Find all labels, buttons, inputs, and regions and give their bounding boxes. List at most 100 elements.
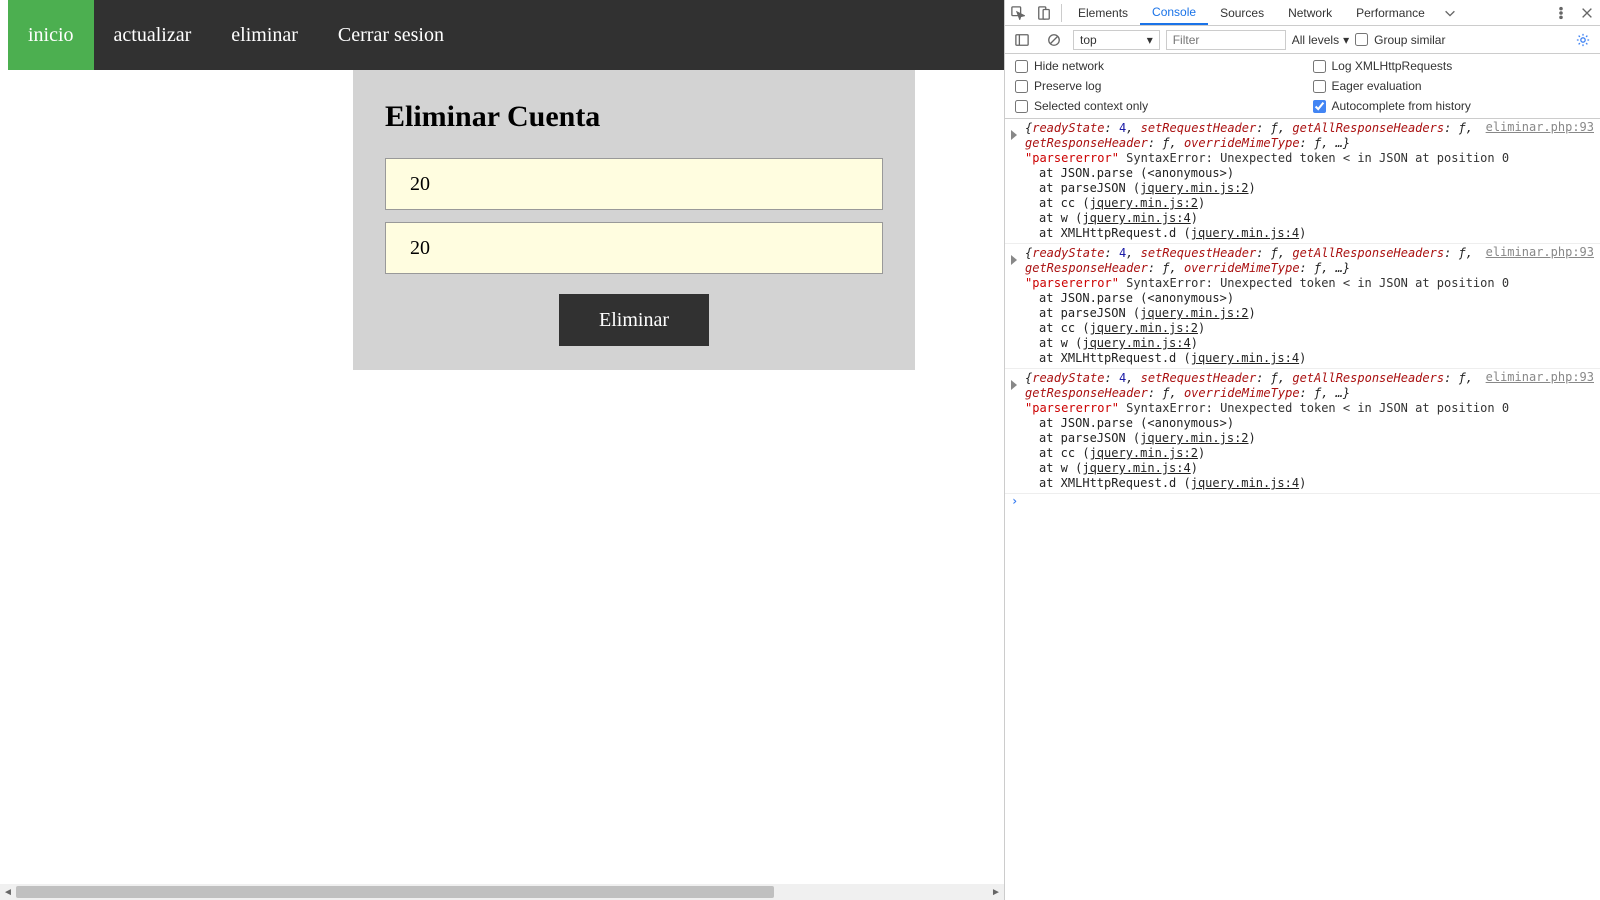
- chk-label: Selected context only: [1034, 99, 1148, 113]
- chevron-down-icon: ▾: [1343, 33, 1349, 47]
- stack-link[interactable]: jquery.min.js:2: [1090, 196, 1198, 210]
- group-similar-label: Group similar: [1374, 33, 1445, 47]
- navbar: inicioactualizareliminarCerrar sesion: [8, 0, 1004, 70]
- console-prompt[interactable]: [1005, 494, 1600, 513]
- scroll-thumb[interactable]: [16, 886, 774, 898]
- stack-frame: at JSON.parse (<anonymous>): [1025, 166, 1594, 181]
- chk-autocomplete-history[interactable]: Autocomplete from history: [1303, 96, 1600, 116]
- nav-item-eliminar[interactable]: eliminar: [211, 0, 318, 70]
- stack-frame: at parseJSON (jquery.min.js:2): [1025, 306, 1594, 321]
- stack-link[interactable]: jquery.min.js:4: [1191, 226, 1299, 240]
- error-line: "parsererror" SyntaxError: Unexpected to…: [1025, 151, 1594, 166]
- stack-frame: at w (jquery.min.js:4): [1025, 461, 1594, 476]
- checkbox[interactable]: [1015, 60, 1028, 73]
- chk-preserve-log[interactable]: Preserve log: [1005, 76, 1303, 96]
- stack-link[interactable]: jquery.min.js:4: [1191, 351, 1299, 365]
- stack-link[interactable]: jquery.min.js:2: [1140, 431, 1248, 445]
- stack-frame: at JSON.parse (<anonymous>): [1025, 291, 1594, 306]
- console-log-entry: eliminar.php:93{readyState: 4, setReques…: [1005, 119, 1600, 244]
- stack-frame: at w (jquery.min.js:4): [1025, 211, 1594, 226]
- chk-label: Eager evaluation: [1332, 79, 1422, 93]
- chk-selected-ctx[interactable]: Selected context only: [1005, 96, 1303, 116]
- inspect-icon[interactable]: [1005, 0, 1031, 26]
- devtools-tab-performance[interactable]: Performance: [1344, 0, 1437, 25]
- devtools-panel: ElementsConsoleSourcesNetworkPerformance…: [1005, 0, 1600, 900]
- devtools-tab-elements[interactable]: Elements: [1066, 0, 1140, 25]
- group-similar-checkbox[interactable]: Group similar: [1355, 33, 1445, 47]
- chk-log-xhr[interactable]: Log XMLHttpRequests: [1303, 56, 1600, 76]
- device-toggle-icon[interactable]: [1031, 0, 1057, 26]
- stack-frame: at JSON.parse (<anonymous>): [1025, 416, 1594, 431]
- chk-eager-eval[interactable]: Eager evaluation: [1303, 76, 1600, 96]
- stack-frame: at w (jquery.min.js:4): [1025, 336, 1594, 351]
- context-value: top: [1080, 33, 1097, 47]
- stack-frame: at parseJSON (jquery.min.js:2): [1025, 181, 1594, 196]
- horizontal-scrollbar[interactable]: ◄ ►: [0, 884, 1004, 900]
- divider: [1061, 4, 1062, 22]
- close-devtools-icon[interactable]: [1574, 0, 1600, 26]
- stack-link[interactable]: jquery.min.js:2: [1090, 446, 1198, 460]
- console-filter-input[interactable]: [1166, 30, 1286, 50]
- app-panel: inicioactualizareliminarCerrar sesion El…: [0, 0, 1005, 900]
- console-log-entry: eliminar.php:93{readyState: 4, setReques…: [1005, 369, 1600, 494]
- expand-icon[interactable]: [1011, 380, 1017, 390]
- log-levels-select[interactable]: All levels ▾: [1292, 33, 1349, 47]
- source-link[interactable]: eliminar.php:93: [1486, 120, 1594, 135]
- chk-label: Log XMLHttpRequests: [1332, 59, 1453, 73]
- stack-frame: at cc (jquery.min.js:2): [1025, 196, 1594, 211]
- checkbox[interactable]: [1313, 60, 1326, 73]
- kebab-menu-icon[interactable]: [1548, 0, 1574, 26]
- devtools-tab-console[interactable]: Console: [1140, 0, 1208, 25]
- card-title: Eliminar Cuenta: [385, 100, 883, 134]
- chk-label: Preserve log: [1034, 79, 1101, 93]
- nav-item-actualizar[interactable]: actualizar: [94, 0, 212, 70]
- toggle-sidebar-icon[interactable]: [1009, 27, 1035, 53]
- stack-frame: at XMLHttpRequest.d (jquery.min.js:4): [1025, 351, 1594, 366]
- stack-frame: at cc (jquery.min.js:2): [1025, 446, 1594, 461]
- levels-label: All levels: [1292, 33, 1339, 47]
- devtools-tabbar: ElementsConsoleSourcesNetworkPerformance: [1005, 0, 1600, 26]
- stack-link[interactable]: jquery.min.js:4: [1082, 211, 1190, 225]
- chevron-down-icon: ▾: [1147, 33, 1153, 47]
- source-link[interactable]: eliminar.php:93: [1486, 370, 1594, 385]
- group-similar-box[interactable]: [1355, 33, 1368, 46]
- stack-frame: at XMLHttpRequest.d (jquery.min.js:4): [1025, 226, 1594, 241]
- checkbox[interactable]: [1313, 100, 1326, 113]
- error-line: "parsererror" SyntaxError: Unexpected to…: [1025, 276, 1594, 291]
- stack-link[interactable]: jquery.min.js:2: [1140, 181, 1248, 195]
- delete-field-1[interactable]: [385, 158, 883, 210]
- chk-label: Autocomplete from history: [1332, 99, 1471, 113]
- delete-account-card: Eliminar Cuenta Eliminar: [353, 70, 915, 370]
- execution-context-select[interactable]: top ▾: [1073, 30, 1160, 50]
- nav-item-inicio[interactable]: inicio: [8, 0, 94, 70]
- scroll-left-arrow-icon[interactable]: ◄: [0, 884, 16, 900]
- devtools-tab-network[interactable]: Network: [1276, 0, 1344, 25]
- source-link[interactable]: eliminar.php:93: [1486, 245, 1594, 260]
- console-log-entry: eliminar.php:93{readyState: 4, setReques…: [1005, 244, 1600, 369]
- delete-field-2[interactable]: [385, 222, 883, 274]
- console-output[interactable]: eliminar.php:93{readyState: 4, setReques…: [1005, 119, 1600, 900]
- stack-link[interactable]: jquery.min.js:4: [1082, 461, 1190, 475]
- expand-icon[interactable]: [1011, 255, 1017, 265]
- nav-item-cerrar-sesion[interactable]: Cerrar sesion: [318, 0, 464, 70]
- checkbox[interactable]: [1015, 100, 1028, 113]
- more-tabs-icon[interactable]: [1437, 0, 1463, 26]
- error-line: "parsererror" SyntaxError: Unexpected to…: [1025, 401, 1594, 416]
- stack-link[interactable]: jquery.min.js:2: [1140, 306, 1248, 320]
- stack-link[interactable]: jquery.min.js:2: [1090, 321, 1198, 335]
- scroll-track[interactable]: [16, 884, 988, 900]
- stack-link[interactable]: jquery.min.js:4: [1082, 336, 1190, 350]
- submit-delete-button[interactable]: Eliminar: [559, 294, 709, 346]
- checkbox[interactable]: [1015, 80, 1028, 93]
- chk-hide-network[interactable]: Hide network: [1005, 56, 1303, 76]
- scroll-right-arrow-icon[interactable]: ►: [988, 884, 1004, 900]
- devtools-tab-sources[interactable]: Sources: [1208, 0, 1276, 25]
- checkbox[interactable]: [1313, 80, 1326, 93]
- expand-icon[interactable]: [1011, 130, 1017, 140]
- clear-console-icon[interactable]: [1041, 27, 1067, 53]
- stack-link[interactable]: jquery.min.js:4: [1191, 476, 1299, 490]
- chk-label: Hide network: [1034, 59, 1104, 73]
- stack-frame: at XMLHttpRequest.d (jquery.min.js:4): [1025, 476, 1594, 491]
- console-settings-icon[interactable]: [1570, 27, 1596, 53]
- stack-frame: at cc (jquery.min.js:2): [1025, 321, 1594, 336]
